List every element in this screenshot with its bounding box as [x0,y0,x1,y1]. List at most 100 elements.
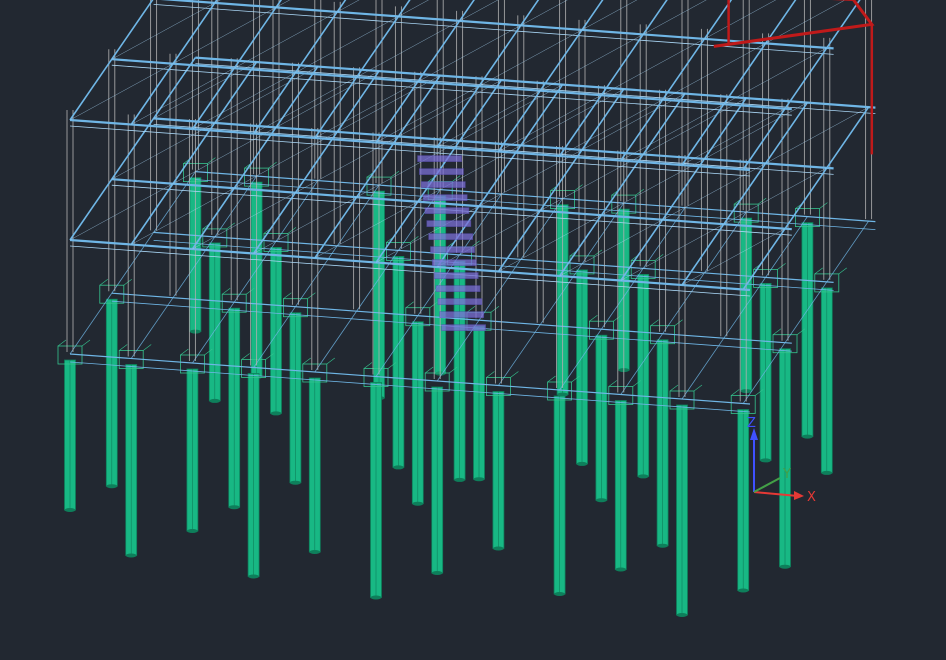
stair-step [441,324,486,331]
roof-beam [713,0,875,48]
pile-tip [760,458,772,463]
stair-group [417,155,486,331]
slab-wire [620,223,724,281]
pile-tip [821,470,833,475]
slab-wire [601,158,705,216]
pile-tip [370,595,382,600]
slab-wire [192,192,296,250]
stair-step [422,194,468,201]
pile-tip [248,574,260,579]
ucs-x-arrow [794,491,804,500]
pile-cap-edge [731,389,740,396]
pile-cap-edge [326,357,335,365]
ucs-y-label: Y [782,467,791,482]
floor-beam [620,97,747,281]
ground-beam [195,171,876,223]
pile-cap-edge [510,371,519,378]
slab-wire [681,228,786,286]
slab-wire [643,0,707,35]
slab-wire [478,149,583,207]
pile-cap-edge [814,267,823,275]
pile-tip [779,564,791,569]
pile-cap-edge [547,375,556,383]
model-viewport[interactable]: Z Y X [0,0,946,660]
pile-cap-edge [99,278,108,286]
pile-cap-edge [589,314,598,322]
slab-wire [172,127,277,184]
slab-wire [69,183,174,241]
pile-cap-edge [772,328,782,335]
pile-tip [554,592,566,596]
pile-tip [576,461,588,466]
stair-step [437,298,483,305]
slab-wire [214,0,221,4]
structural-model-3d[interactable]: Z Y X [0,0,946,660]
ground-beam [195,179,876,230]
slab-wire [662,163,766,220]
slab-wire [601,38,705,96]
pile-cap-edge [486,371,495,378]
slab-wire [234,11,338,69]
pile-tip [801,434,813,439]
ucs-x-label: X [807,490,816,505]
slab-wire [581,0,638,31]
floor-beam [742,0,861,170]
slab-wire [253,196,357,254]
pile-cap-edge [81,339,91,347]
pile-cap-edge [283,292,292,299]
pile-tip [492,546,504,551]
stair-step [417,155,462,162]
slab-wire [295,136,399,193]
stair-step [419,168,464,175]
pile-cap-edge [222,287,231,295]
ucs-x-axis [753,491,799,497]
slab-wire [356,20,460,78]
slab-wire [111,122,215,180]
slab-wire [723,47,827,105]
stair-step [432,259,477,266]
slab-wire [234,131,338,189]
ground-beam [69,171,196,355]
slab-wire [172,7,277,64]
slab-wire [398,0,429,17]
slab-wire [131,187,235,245]
floor-beam [69,118,751,172]
slab-wire [417,25,521,82]
pile-cap-edge [608,380,617,387]
pile-tip [412,501,424,506]
pile-cap-edge [302,357,311,365]
pile-cap-edge [669,384,679,392]
floor-beam-edge [111,64,792,116]
pile-tip [637,474,649,479]
stair-step [420,181,466,188]
floor-beam [153,117,834,170]
slab-wire [478,29,583,87]
pile-tip [125,553,137,558]
pile-tip [737,588,749,593]
slab-wire [498,214,602,272]
pile-tip [228,505,240,510]
slab-wire [559,219,663,277]
pile-tip [676,613,688,617]
floor-beam [69,57,197,241]
slab-wire [275,0,291,8]
pile-cap-edge [363,362,373,369]
pile-cap-edge [143,344,152,351]
floor-beam [195,56,876,109]
pile-cap-edge [57,339,67,347]
pile-group [64,177,833,617]
slab-wire [295,16,399,73]
floor-beam-edge [153,4,834,55]
pile-tip [186,529,198,533]
pile-tip [595,498,607,503]
slab-wire [111,2,215,60]
pile-tip [615,567,627,572]
pile-tip [392,465,404,470]
pile-tip [270,411,282,416]
pile-cap-edge [425,366,434,374]
stair-step [428,233,473,240]
pile-cap-edge [405,301,414,308]
stair-step [435,285,481,292]
pile-tip [64,508,76,512]
floor-beam-edge [69,125,751,177]
